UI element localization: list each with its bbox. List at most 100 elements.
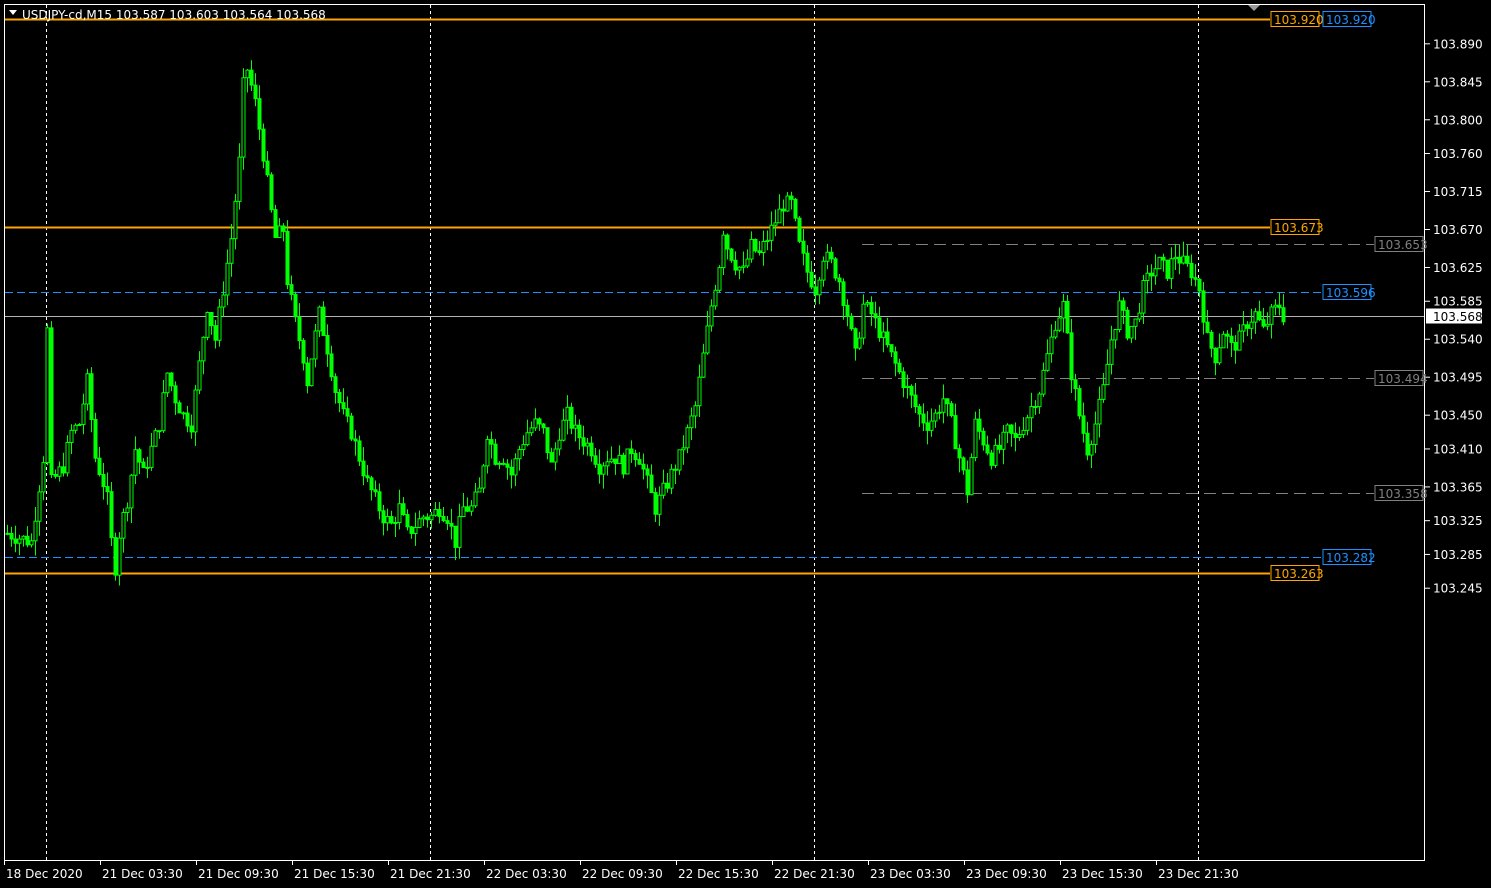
candle-body bbox=[697, 376, 702, 407]
candle-body bbox=[957, 448, 962, 459]
candle-body bbox=[1109, 339, 1114, 365]
price-tick-label: 103.450 bbox=[1433, 409, 1483, 423]
candle-body bbox=[165, 372, 170, 394]
candle-body bbox=[461, 506, 466, 518]
candle-body bbox=[497, 462, 502, 465]
price-tick-label: 103.715 bbox=[1433, 185, 1483, 199]
candle-body bbox=[713, 289, 718, 307]
candle-body bbox=[653, 492, 658, 515]
candle-body bbox=[613, 458, 618, 465]
candle-body bbox=[889, 344, 894, 353]
candle-body bbox=[605, 461, 610, 467]
candle-body bbox=[645, 468, 650, 476]
candle-body bbox=[1133, 318, 1138, 327]
candle-body bbox=[1149, 272, 1154, 277]
candle-body bbox=[441, 515, 446, 522]
candle-body bbox=[989, 452, 994, 466]
candle-body bbox=[1209, 331, 1214, 349]
candle-body bbox=[73, 424, 78, 431]
candle-body bbox=[1197, 278, 1202, 292]
candle-body bbox=[885, 331, 890, 346]
candle-body bbox=[325, 334, 330, 355]
candle-body bbox=[973, 418, 978, 459]
candle-body bbox=[369, 477, 374, 491]
price-chart[interactable]: 103.890 103.845 103.800 103.760 103.715 103.6… bbox=[0, 0, 1491, 888]
candle-body bbox=[829, 251, 834, 260]
candle-body bbox=[665, 482, 670, 489]
candle-body bbox=[1273, 304, 1278, 308]
candle-body bbox=[1129, 325, 1134, 339]
candle-body bbox=[977, 418, 982, 432]
candle-body bbox=[797, 217, 802, 242]
candle-body bbox=[429, 514, 434, 521]
candle-body bbox=[785, 195, 790, 212]
candle-body bbox=[49, 327, 54, 476]
candle-body bbox=[853, 328, 858, 349]
candle-body bbox=[345, 408, 350, 417]
candle-body bbox=[1201, 290, 1206, 323]
time-tick-label: 22 Dec 09:30 bbox=[582, 867, 663, 881]
candle-body bbox=[1121, 300, 1126, 311]
gray-level-label: 103.653 bbox=[1378, 238, 1428, 252]
candle-body bbox=[585, 442, 590, 447]
candle-body bbox=[33, 520, 38, 542]
blue-level-label: 103.596 bbox=[1326, 286, 1376, 300]
candle-body bbox=[777, 208, 782, 224]
candle-body bbox=[833, 258, 838, 279]
candle-body bbox=[161, 392, 166, 432]
candle-body bbox=[1169, 258, 1174, 279]
candle-body bbox=[1189, 262, 1194, 279]
candle-body bbox=[257, 98, 262, 130]
candle-body bbox=[801, 240, 806, 254]
candle-body bbox=[985, 444, 990, 454]
price-tick-label: 103.625 bbox=[1433, 261, 1483, 275]
candle-body bbox=[489, 439, 494, 445]
candle-body bbox=[757, 250, 762, 254]
candle-body bbox=[129, 474, 134, 509]
candle-body bbox=[909, 385, 914, 396]
candle-body bbox=[677, 449, 682, 471]
price-tick-label: 103.410 bbox=[1433, 442, 1483, 456]
candle-body bbox=[685, 427, 690, 449]
candle-body bbox=[113, 537, 118, 576]
candle-body bbox=[337, 391, 342, 404]
candle-body bbox=[877, 317, 882, 339]
candle-body bbox=[209, 312, 214, 327]
candle-body bbox=[457, 516, 462, 548]
candle-body bbox=[305, 362, 310, 387]
candle-body bbox=[1157, 256, 1162, 270]
candle-body bbox=[413, 526, 418, 534]
price-tick-label: 103.245 bbox=[1433, 582, 1483, 596]
candle-body bbox=[753, 238, 758, 252]
candle-body bbox=[1245, 324, 1250, 329]
candle-body bbox=[289, 284, 294, 295]
candle-body bbox=[929, 420, 934, 431]
candle-body bbox=[97, 457, 102, 475]
candle-body bbox=[409, 526, 414, 534]
candle-body bbox=[881, 331, 886, 339]
candle-body bbox=[729, 248, 734, 261]
candle-body bbox=[1085, 432, 1090, 456]
candle-body bbox=[333, 376, 338, 393]
candle-body bbox=[805, 252, 810, 273]
candle-body bbox=[17, 538, 22, 544]
candle-body bbox=[373, 489, 378, 493]
candle-body bbox=[969, 457, 974, 496]
candle-body bbox=[1037, 393, 1042, 408]
candle-body bbox=[77, 423, 82, 426]
candle-body bbox=[1089, 443, 1094, 456]
candle-body bbox=[301, 340, 306, 364]
candle-body bbox=[1029, 406, 1034, 419]
candle-body bbox=[173, 385, 178, 404]
candle-body bbox=[513, 458, 518, 476]
candle-body bbox=[961, 457, 966, 471]
candle-body bbox=[621, 454, 626, 475]
candle-body bbox=[1125, 309, 1130, 339]
candle-body bbox=[1025, 417, 1030, 431]
time-tick-label: 21 Dec 15:30 bbox=[294, 867, 375, 881]
candle-body bbox=[553, 448, 558, 463]
candle-body bbox=[509, 466, 514, 476]
candle-body bbox=[177, 402, 182, 414]
candle-body bbox=[1061, 300, 1066, 319]
candle-body bbox=[1281, 307, 1286, 323]
